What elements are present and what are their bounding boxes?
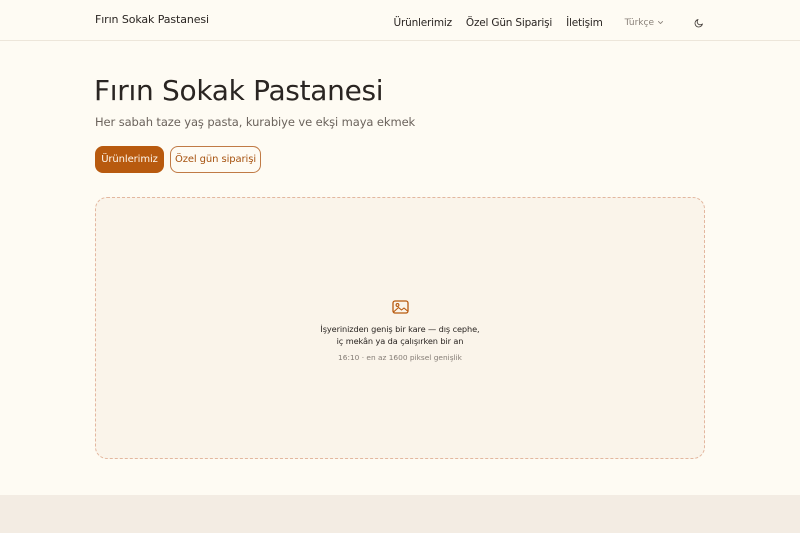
next-section-band bbox=[0, 495, 800, 533]
hero-title: Fırın Sokak Pastanesi bbox=[94, 74, 384, 107]
image-placeholder[interactable]: İşyerinizden geniş bir kare — dış cephe,… bbox=[95, 197, 705, 459]
image-icon bbox=[391, 299, 409, 318]
language-selector[interactable]: Türkçe bbox=[625, 18, 664, 28]
nav-links: Ürünlerimiz Özel Gün Siparişi İletişim T… bbox=[394, 13, 704, 32]
hero-subtitle: Her sabah taze yaş pasta, kurabiye ve ek… bbox=[95, 115, 416, 129]
products-button[interactable]: Ürünlerimiz bbox=[95, 146, 164, 173]
special-order-button[interactable]: Özel gün siparişi bbox=[170, 146, 261, 173]
placeholder-description: İşyerinizden geniş bir kare — dış cephe,… bbox=[320, 324, 480, 346]
placeholder-content: İşyerinizden geniş bir kare — dış cephe,… bbox=[96, 299, 704, 362]
top-navbar: Fırın Sokak Pastanesi Ürünlerimiz Özel G… bbox=[0, 0, 800, 41]
moon-icon bbox=[694, 13, 704, 32]
nav-link-products[interactable]: Ürünlerimiz bbox=[394, 17, 453, 29]
nav-link-contact[interactable]: İletişim bbox=[566, 17, 603, 29]
chevron-down-icon bbox=[657, 19, 664, 26]
nav-link-special-order[interactable]: Özel Gün Siparişi bbox=[466, 17, 552, 29]
theme-toggle-button[interactable] bbox=[694, 13, 704, 32]
placeholder-hint: 16:10 · en az 1600 piksel genişlik bbox=[338, 353, 462, 362]
brand-name[interactable]: Fırın Sokak Pastanesi bbox=[95, 13, 209, 26]
language-label: Türkçe bbox=[624, 17, 654, 28]
